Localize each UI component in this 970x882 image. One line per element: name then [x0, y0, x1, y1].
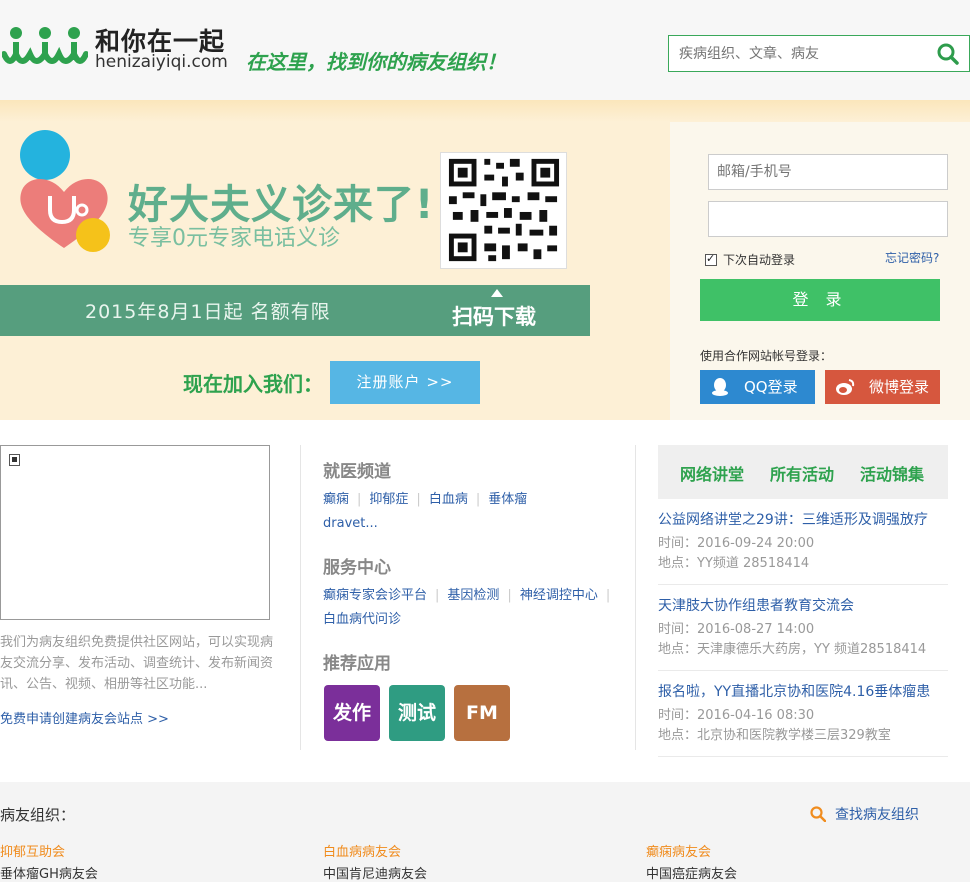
org-link[interactable]: 中国肯尼迪病友会	[323, 864, 427, 882]
qq-login-label: QQ登录	[744, 378, 798, 396]
promo-date-text: 2015年8月1日起 名额有限	[85, 301, 331, 323]
create-site-link[interactable]: 免费申请创建病友会站点 >>	[0, 708, 169, 727]
event-place: 地点：北京协和医院教学楼三层329教室	[658, 728, 891, 743]
intro-text: 我们为病友组织免费提供社区网站，可以实现病友交流分享、发布活动、调查统计、发布新…	[0, 635, 274, 692]
qq-icon	[712, 378, 728, 396]
logo-icon[interactable]	[2, 24, 88, 72]
qr-code-icon	[440, 152, 567, 269]
event-title[interactable]: 公益网络讲堂之29讲：三维适形及调强放疗	[658, 510, 948, 530]
link-gene-test[interactable]: 基因检测	[447, 588, 499, 603]
org-link[interactable]: 中国癌症病友会	[646, 864, 737, 882]
org-footer: 病友组织： 查找病友组织 抑郁互助会 垂体瘤GH病友会 白血病病友会 中国肯尼迪…	[0, 782, 970, 882]
link-leukemia[interactable]: 白血病	[429, 492, 468, 507]
promo-banner: 好大夫义诊来了! 专享0元专家电话义诊 2015年8月1日起 名额有限 扫码下载…	[0, 100, 970, 420]
logo-domain[interactable]: henizaiyiqi.com	[95, 52, 228, 72]
event-item: 公益网络讲堂之29讲：三维适形及调强放疗 时间：2016-09-24 20:00…	[658, 510, 948, 574]
org-link[interactable]: 癫痫病友会	[646, 842, 737, 864]
link-depression[interactable]: 抑郁症	[369, 492, 408, 507]
org-link[interactable]: 白血病病友会	[323, 842, 427, 864]
login-panel: 下次自动登录 忘记密码? 登 录 使用合作网站帐号登录： QQ登录 微博登录	[670, 122, 970, 420]
search-icon[interactable]	[810, 806, 826, 822]
weibo-login-label: 微博登录	[869, 378, 930, 396]
medical-links: 癫痫 | 抑郁症 | 白血病 | 垂体瘤 dravet...	[323, 492, 528, 531]
event-time: 时间：2016-04-16 08:30	[658, 708, 815, 723]
remember-label: 下次自动登录	[723, 253, 796, 267]
remember-login[interactable]: 下次自动登录	[705, 251, 795, 268]
weibo-login-button[interactable]: 微博登录	[825, 370, 940, 404]
tab-all-events[interactable]: 所有活动	[770, 461, 834, 485]
password-field[interactable]	[708, 201, 948, 237]
remember-checkbox[interactable]	[705, 252, 717, 266]
app-fm-icon[interactable]: FM	[454, 685, 510, 741]
join-us-text: 现在加入我们：	[183, 372, 323, 396]
tab-event-highlights[interactable]: 活动锦集	[860, 461, 924, 485]
site-slogan: 在这里，找到你的病友组织！	[246, 50, 506, 74]
event-title[interactable]: 天津肢大协作组患者教育交流会	[658, 596, 948, 616]
link-epilepsy-consult[interactable]: 癫痫专家会诊平台	[323, 588, 427, 603]
site-header: 和你在一起 henizaiyiqi.com 在这里，找到你的病友组织！	[0, 0, 970, 100]
event-item: 天津肢大协作组患者教育交流会 时间：2016-08-27 14:00 地点：天津…	[658, 596, 948, 660]
arrow-up-icon	[491, 289, 503, 297]
app-seizure-icon[interactable]: 发作	[324, 685, 380, 741]
events-tabs: 网络讲堂 所有活动 活动锦集	[658, 445, 948, 499]
broken-image-icon	[9, 454, 20, 466]
find-org-link[interactable]: 查找病友组织	[835, 804, 919, 824]
login-button[interactable]: 登 录	[700, 279, 940, 321]
service-center-title: 服务中心	[323, 558, 391, 578]
event-title[interactable]: 报名啦，YY直播北京协和医院4.16垂体瘤患	[658, 682, 948, 702]
link-pituitary[interactable]: 垂体瘤	[488, 492, 527, 507]
promo-subtitle: 专享0元专家电话义诊	[128, 226, 340, 251]
service-links: 癫痫专家会诊平台 | 基因检测 | 神经调控中心 |白血病代问诊	[323, 588, 611, 627]
search-box	[668, 35, 970, 72]
weibo-icon	[836, 379, 855, 395]
promo-strip: 2015年8月1日起 名额有限 扫码下载	[0, 285, 590, 336]
link-dravet[interactable]: dravet...	[323, 516, 378, 531]
org-link[interactable]: 抑郁互助会	[0, 842, 98, 864]
link-leukemia-proxy[interactable]: 白血病代问诊	[323, 612, 401, 627]
org-column: 抑郁互助会 垂体瘤GH病友会	[0, 842, 98, 882]
partner-login-label: 使用合作网站帐号登录：	[700, 349, 833, 363]
forgot-password-link[interactable]: 忘记密码?	[885, 249, 939, 266]
link-neuro[interactable]: 神经调控中心	[520, 588, 598, 603]
scan-download-text: 扫码下载	[452, 305, 536, 329]
event-place: 地点：YY频道 28518414	[658, 556, 810, 571]
tab-online-lecture[interactable]: 网络讲堂	[680, 461, 744, 485]
medical-channel-title: 就医频道	[323, 462, 391, 482]
search-icon[interactable]	[937, 43, 959, 65]
search-input[interactable]	[669, 36, 929, 71]
org-image	[0, 445, 270, 620]
org-column: 白血病病友会 中国肯尼迪病友会	[323, 842, 427, 882]
event-place: 地点：天津康德乐大药房，YY 频道28518414	[658, 642, 927, 657]
event-time: 时间：2016-08-27 14:00	[658, 622, 815, 637]
event-item: 报名啦，YY直播北京协和医院4.16垂体瘤患 时间：2016-04-16 08:…	[658, 682, 948, 746]
qq-login-button[interactable]: QQ登录	[700, 370, 815, 404]
event-time: 时间：2016-09-24 20:00	[658, 536, 815, 551]
app-test-icon[interactable]: 测试	[389, 685, 445, 741]
org-link[interactable]: 垂体瘤GH病友会	[0, 864, 98, 882]
org-column: 癫痫病友会 中国癌症病友会	[646, 842, 737, 882]
org-section-label: 病友组织：	[0, 806, 76, 824]
apps-title: 推荐应用	[323, 654, 391, 674]
link-epilepsy[interactable]: 癫痫	[323, 492, 349, 507]
phone-icon	[76, 218, 110, 252]
username-field[interactable]	[708, 154, 948, 190]
register-button[interactable]: 注册账户 >>	[330, 361, 480, 404]
